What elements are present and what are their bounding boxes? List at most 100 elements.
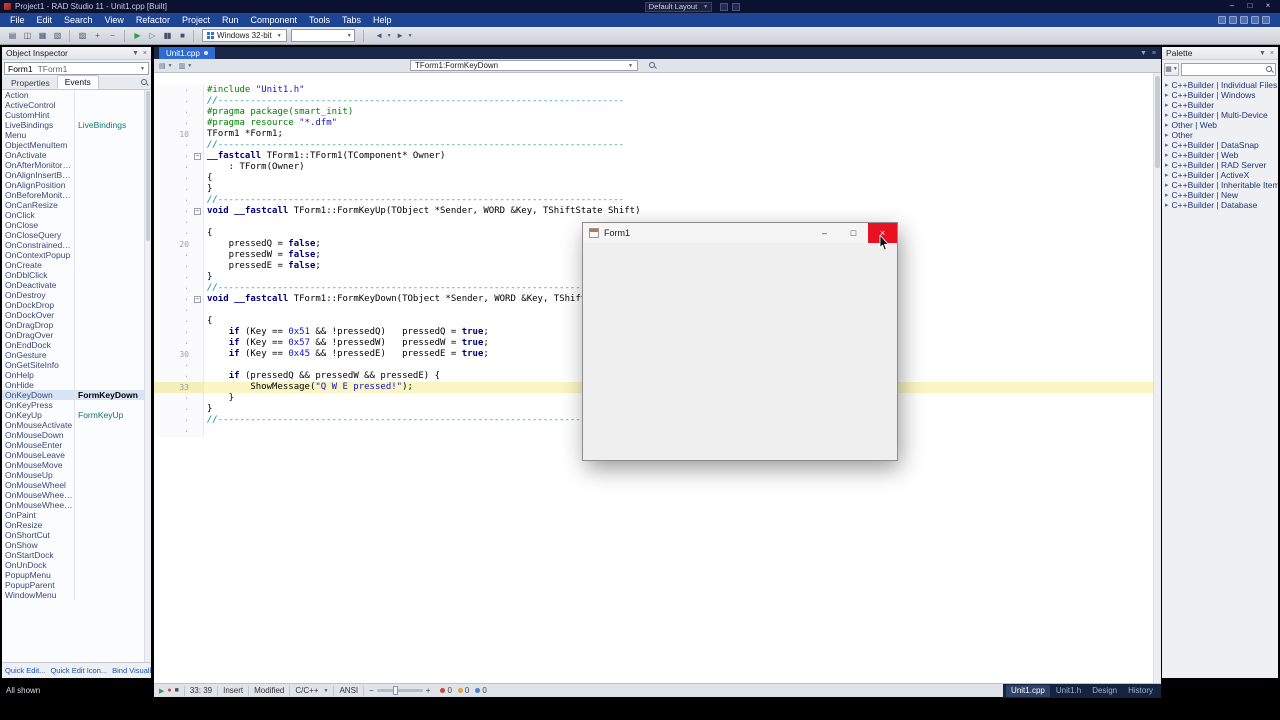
inspector-row-action[interactable]: Action xyxy=(2,90,151,100)
zoom-in-icon[interactable]: + xyxy=(426,686,431,695)
palette-category-c-builder-multi-device[interactable]: ▸ C++Builder | Multi-Device xyxy=(1162,110,1278,120)
zoom-slider[interactable] xyxy=(376,686,423,695)
code-line[interactable]: · //-------------------------------------… xyxy=(154,140,1161,151)
inspector-row-customhint[interactable]: CustomHint xyxy=(2,110,151,120)
file-sections-button[interactable]: ▥ ▼ xyxy=(179,62,193,70)
menu-bar-icon[interactable] xyxy=(1251,16,1259,24)
line-gutter[interactable]: · xyxy=(154,250,192,261)
view-tab-history[interactable]: History xyxy=(1123,685,1158,697)
code-line[interactable]: ·{ xyxy=(154,173,1161,184)
property-value[interactable] xyxy=(74,260,143,270)
menu-help[interactable]: Help xyxy=(367,13,398,27)
inspector-row-ondockover[interactable]: OnDockOver xyxy=(2,310,151,320)
inspector-row-onkeyup[interactable]: OnKeyUp FormKeyUp xyxy=(2,410,151,420)
close-icon[interactable]: × xyxy=(1270,50,1274,57)
inspector-row-onresize[interactable]: OnResize xyxy=(2,520,151,530)
chevron-down-icon[interactable]: ▼ xyxy=(387,33,392,39)
property-value[interactable] xyxy=(74,130,143,140)
code-line[interactable]: ·} xyxy=(154,184,1161,195)
inspector-row-ongetsiteinfo[interactable]: OnGetSiteInfo xyxy=(2,360,151,370)
property-value[interactable] xyxy=(74,480,143,490)
code-line[interactable]: · − __fastcall TForm1::TForm1(TComponent* … xyxy=(154,151,1161,162)
line-gutter[interactable]: · xyxy=(154,184,192,195)
search-icon[interactable] xyxy=(140,78,149,87)
component-filter-button[interactable]: ▦ ▼ xyxy=(1164,62,1179,76)
property-value[interactable] xyxy=(74,400,143,410)
inspector-row-objectmenuitem[interactable]: ObjectMenuItem xyxy=(2,140,151,150)
inspector-row-onclose[interactable]: OnClose xyxy=(2,220,151,230)
inspector-row-ondblclick[interactable]: OnDblClick xyxy=(2,270,151,280)
inspector-row-popupmenu[interactable]: PopupMenu xyxy=(2,570,151,580)
inspector-row-livebindings[interactable]: LiveBindings LiveBindings xyxy=(2,120,151,130)
tab-list-icon[interactable]: ≡ xyxy=(1152,50,1156,57)
macro-record-icon[interactable]: ● xyxy=(167,687,171,694)
property-value[interactable] xyxy=(74,470,143,480)
line-gutter[interactable]: · xyxy=(154,173,192,184)
property-value[interactable] xyxy=(74,450,143,460)
minimize-button[interactable]: – xyxy=(1224,0,1240,13)
footer-link-quick-edit[interactable]: Quick Edit... xyxy=(5,666,45,675)
pause-button[interactable]: ▮▮ xyxy=(160,29,174,43)
property-value[interactable] xyxy=(74,580,143,590)
line-gutter[interactable]: · xyxy=(154,206,192,217)
inspector-row-onmousedown[interactable]: OnMouseDown xyxy=(2,430,151,440)
menu-tools[interactable]: Tools xyxy=(303,13,336,27)
inspector-row-ondragover[interactable]: OnDragOver xyxy=(2,330,151,340)
zoom-slider-thumb[interactable] xyxy=(392,686,398,695)
menu-run[interactable]: Run xyxy=(216,13,245,27)
target-platform-combo[interactable]: Windows 32-bit ▼ xyxy=(202,29,287,42)
inspector-row-windowmenu[interactable]: WindowMenu xyxy=(2,590,151,600)
palette-category-c-builder-inheritable-items[interactable]: ▸ C++Builder | Inheritable Items xyxy=(1162,180,1278,190)
form1-window[interactable]: Form1 – □ × xyxy=(583,223,897,460)
property-value[interactable] xyxy=(74,170,143,180)
inspector-row-onpaint[interactable]: OnPaint xyxy=(2,510,151,520)
inspector-row-onhide[interactable]: OnHide xyxy=(2,380,151,390)
line-gutter[interactable]: · xyxy=(154,85,192,96)
inspector-row-onundock[interactable]: OnUnDock xyxy=(2,560,151,570)
property-value[interactable] xyxy=(74,490,143,500)
palette-category-other-web[interactable]: ▸ Other | Web xyxy=(1162,120,1278,130)
property-value[interactable] xyxy=(74,370,143,380)
property-value[interactable] xyxy=(74,220,143,230)
search-icon[interactable] xyxy=(648,61,657,70)
palette-category-c-builder-activex[interactable]: ▸ C++Builder | ActiveX xyxy=(1162,170,1278,180)
selected-object-combo[interactable]: Form1 TForm1 ▼ xyxy=(4,62,149,75)
code-line[interactable]: · #pragma resource "*.dfm" xyxy=(154,118,1161,129)
line-gutter[interactable]: 30 xyxy=(154,349,192,360)
navigate-back-button[interactable]: ◄ xyxy=(372,29,386,43)
pin-icon[interactable]: ▼ xyxy=(1259,50,1266,57)
scrollbar-thumb[interactable] xyxy=(1155,76,1160,168)
inspector-row-onmousemove[interactable]: OnMouseMove xyxy=(2,460,151,470)
line-gutter[interactable]: · xyxy=(154,371,192,382)
menu-bar-icon[interactable] xyxy=(1262,16,1270,24)
property-value[interactable] xyxy=(74,520,143,530)
footer-link-quick-edit-icon[interactable]: Quick Edit Icon... xyxy=(50,666,107,675)
menu-bar-icon[interactable] xyxy=(1240,16,1248,24)
palette-category-c-builder-windows[interactable]: ▸ C++Builder | Windows xyxy=(1162,90,1278,100)
chevron-down-icon[interactable]: ▼ xyxy=(1140,50,1147,57)
palette-category-c-builder-datasnap[interactable]: ▸ C++Builder | DataSnap xyxy=(1162,140,1278,150)
inspector-row-onactivate[interactable]: OnActivate xyxy=(2,150,151,160)
inspector-row-oncontextpopup[interactable]: OnContextPopup xyxy=(2,250,151,260)
menu-tabs[interactable]: Tabs xyxy=(336,13,367,27)
inspector-row-oncanresize[interactable]: OnCanResize xyxy=(2,200,151,210)
fold-toggle-icon[interactable]: − xyxy=(194,153,201,160)
inspector-row-ondragdrop[interactable]: OnDragDrop xyxy=(2,320,151,330)
inspector-row-ongesture[interactable]: OnGesture xyxy=(2,350,151,360)
property-value[interactable] xyxy=(74,150,143,160)
menu-refactor[interactable]: Refactor xyxy=(130,13,176,27)
palette-category-c-builder-rad-server[interactable]: ▸ C++Builder | RAD Server xyxy=(1162,160,1278,170)
configuration-combo[interactable]: ▼ xyxy=(290,29,355,42)
property-value[interactable] xyxy=(74,100,143,110)
property-value[interactable] xyxy=(74,240,143,250)
tab-unit1-cpp[interactable]: Unit1.cpp xyxy=(159,47,215,59)
property-value[interactable] xyxy=(74,550,143,560)
view-tab-unit1-h[interactable]: Unit1.h xyxy=(1051,685,1086,697)
inspector-row-onmouseenter[interactable]: OnMouseEnter xyxy=(2,440,151,450)
run-button[interactable]: ▶ xyxy=(130,29,144,43)
inspector-row-popupparent[interactable]: PopupParent xyxy=(2,580,151,590)
close-icon[interactable]: × xyxy=(143,50,147,57)
line-gutter[interactable]: · xyxy=(154,195,192,206)
inspector-row-activecontrol[interactable]: ActiveControl xyxy=(2,100,151,110)
line-gutter[interactable]: · xyxy=(154,393,192,404)
